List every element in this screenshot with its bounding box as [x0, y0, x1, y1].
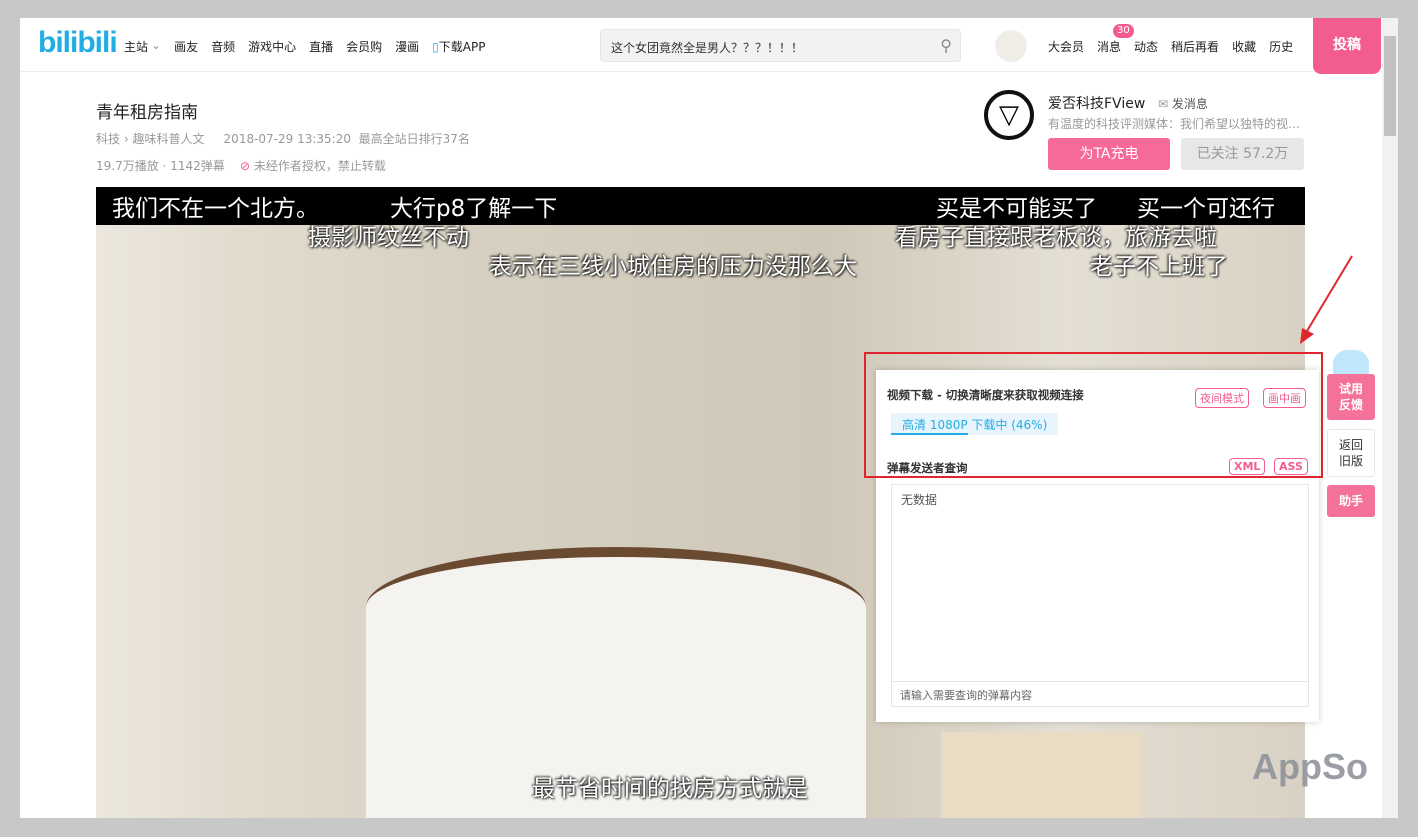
danmaku-count: 1142弹幕	[170, 159, 225, 173]
danmaku: 表示在三线小城住房的压力没那么大	[489, 247, 857, 281]
nav-main[interactable]: 主站	[124, 38, 148, 55]
nav-vip[interactable]: 大会员	[1048, 38, 1084, 55]
message-badge: 30	[1113, 24, 1134, 38]
nav-history[interactable]: 历史	[1269, 38, 1293, 55]
scrollbar-thumb[interactable]	[1384, 36, 1396, 136]
send-message-link[interactable]: ✉ 发消息	[1158, 95, 1208, 112]
nav-watch-later[interactable]: 稍后再看	[1171, 38, 1219, 55]
nav-messages[interactable]: 消息	[1097, 38, 1121, 55]
rank[interactable]: 最高全站日排行37名	[359, 132, 470, 146]
follow-button[interactable]: 已关注 57.2万	[1181, 138, 1304, 170]
old-version-button[interactable]: 返回旧版	[1327, 429, 1375, 477]
play-count: 19.7万播放	[96, 159, 159, 173]
appso-watermark: AppSo	[1252, 746, 1368, 788]
browser-window: bilibili 主站⌄ 画友 音频 游戏中心 直播 会员购 漫画 ▯下载APP…	[20, 18, 1398, 818]
annotation-arrow-icon	[1290, 248, 1360, 348]
nav-dynamics[interactable]: 动态	[1134, 38, 1158, 55]
no-repost-icon: ⊘	[240, 159, 250, 173]
search-icon[interactable]: ⚲	[940, 36, 952, 55]
nav-audio[interactable]: 音频	[211, 38, 235, 55]
video-title: 青年租房指南	[96, 98, 198, 123]
nav-favorites[interactable]: 收藏	[1232, 38, 1256, 55]
video-meta: 科技 › 趣味科普人文 2018-07-29 13:35:20 最高全站日排行3…	[96, 130, 470, 147]
nav-painting[interactable]: 画友	[174, 38, 198, 55]
nav-shop[interactable]: 会员购	[346, 38, 382, 55]
nav-live[interactable]: 直播	[309, 38, 333, 55]
feedback-button[interactable]: 试用反馈	[1327, 374, 1375, 420]
danmaku: 老子不上班了	[1090, 247, 1228, 281]
video-frame-nightstand	[941, 732, 1141, 818]
avatar[interactable]	[995, 30, 1027, 62]
category-link[interactable]: 科技	[96, 132, 120, 146]
bilibili-logo[interactable]: bilibili	[38, 26, 117, 60]
charge-button[interactable]: 为TA充电	[1048, 138, 1170, 170]
nav-game[interactable]: 游戏中心	[248, 38, 296, 55]
mail-icon: ✉	[1158, 97, 1168, 111]
nav-manga[interactable]: 漫画	[395, 38, 419, 55]
uploader-name[interactable]: 爱否科技FView	[1048, 93, 1145, 113]
danmaku-query-input[interactable]: 请输入需要查询的弹幕内容	[891, 681, 1309, 707]
chevron-down-icon[interactable]: ⌄	[151, 38, 161, 55]
top-nav: bilibili 主站⌄ 画友 音频 游戏中心 直播 会员购 漫画 ▯下载APP…	[20, 18, 1382, 72]
phone-icon: ▯	[432, 40, 439, 54]
mascot-icon	[1333, 350, 1369, 376]
danmaku: 摄影师纹丝不动	[308, 218, 469, 252]
scrollbar[interactable]	[1382, 18, 1398, 818]
copyright-notice: 未经作者授权，禁止转载	[254, 159, 386, 173]
video-stats: 19.7万播放 · 1142弹幕 ⊘ 未经作者授权，禁止转载	[96, 157, 386, 174]
subcategory-link[interactable]: 趣味科普人文	[132, 132, 204, 146]
query-results: 无数据	[891, 484, 1309, 681]
post-button[interactable]: 投稿	[1313, 18, 1381, 74]
uploader-avatar[interactable]: ▽	[984, 90, 1034, 140]
uploader-description: 有温度的科技评测媒体：我们希望以独特的视…	[1048, 115, 1300, 132]
helper-button[interactable]: 助手	[1327, 485, 1375, 517]
danmaku: 我们不在一个北方。	[112, 189, 319, 223]
nav-download-app[interactable]: ▯下载APP	[432, 38, 485, 55]
search-input[interactable]: 这个女团竟然全是男人？？？！！！⚲	[600, 29, 961, 62]
annotation-highlight-box	[864, 352, 1323, 478]
subtitle: 最节省时间的找房方式就是	[532, 769, 808, 803]
publish-date: 2018-07-29 13:35:20	[224, 132, 351, 146]
